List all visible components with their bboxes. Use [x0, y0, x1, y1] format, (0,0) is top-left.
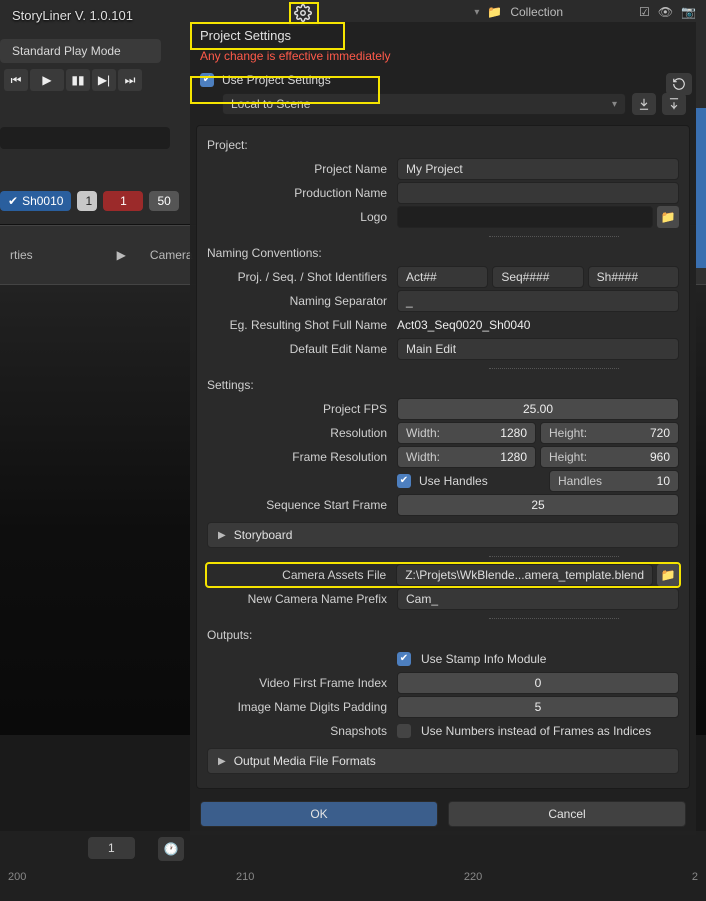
identifier-seq-input[interactable]: Seq####: [492, 266, 583, 288]
play-icon[interactable]: ▶: [117, 248, 126, 262]
play-icon[interactable]: ▶: [30, 69, 64, 91]
vffi-input[interactable]: 0: [397, 672, 679, 694]
step-fwd-icon[interactable]: ▶|: [92, 69, 116, 91]
timeline-ruler: 200 210 220 2: [0, 871, 706, 883]
example-label: Eg. Resulting Shot Full Name: [207, 318, 391, 332]
project-name-input[interactable]: My Project: [397, 158, 679, 180]
frame-res-height-input[interactable]: Height:960: [540, 446, 679, 468]
shot-index[interactable]: 1: [77, 191, 97, 211]
fps-label: Project FPS: [207, 402, 391, 416]
camera-icon[interactable]: 📷: [681, 5, 696, 19]
dialog-warning: Any change is effective immediately: [190, 49, 696, 69]
identifiers-label: Proj. / Seq. / Shot Identifiers: [207, 270, 391, 284]
resolution-width-input[interactable]: Width:1280: [397, 422, 536, 444]
chevron-down-icon: ▾: [612, 99, 617, 110]
triangle-right-icon: ▶: [218, 530, 226, 541]
properties-sidebar-scroll[interactable]: [696, 108, 706, 268]
storyboard-disclosure[interactable]: ▶ Storyboard: [207, 522, 679, 548]
section-naming: Naming Conventions:: [207, 246, 679, 260]
use-stamp-label: Use Stamp Info Module: [415, 652, 546, 666]
camera-assets-input[interactable]: Z:\Projets\WkBlende...amera_template.ble…: [396, 564, 653, 586]
section-project: Project:: [207, 138, 679, 152]
default-edit-label: Default Edit Name: [207, 342, 391, 356]
ok-button[interactable]: OK: [200, 801, 438, 827]
fps-input[interactable]: 25.00: [397, 398, 679, 420]
frame-resolution-label: Frame Resolution: [207, 450, 391, 464]
project-settings-dialog: Project Settings Any change is effective…: [190, 22, 696, 835]
frame-res-width-input[interactable]: Width:1280: [397, 446, 536, 468]
snapshots-label: Snapshots: [207, 724, 391, 738]
import-button[interactable]: [632, 93, 656, 115]
dialog-title: Project Settings: [190, 22, 696, 49]
resolution-label: Resolution: [207, 426, 391, 440]
play-mode-select[interactable]: Standard Play Mode: [0, 39, 161, 63]
shot-end[interactable]: 50: [149, 191, 178, 211]
timeline[interactable]: 1 🕐 200 210 220 2: [0, 831, 706, 901]
digits-input[interactable]: 5: [397, 696, 679, 718]
use-handles-checkbox[interactable]: ✔: [397, 474, 411, 488]
folder-icon: 📁: [487, 5, 502, 19]
frame-current[interactable]: 1: [88, 837, 135, 859]
triangle-right-icon: ▶: [218, 756, 226, 767]
use-stamp-checkbox[interactable]: ✔: [397, 652, 411, 666]
production-name-label: Production Name: [207, 186, 391, 200]
logo-label: Logo: [207, 210, 391, 224]
properties-tab-label[interactable]: rties: [10, 248, 33, 262]
separator-input[interactable]: _: [397, 290, 679, 312]
cam-prefix-input[interactable]: Cam_: [397, 588, 679, 610]
checkbox-icon[interactable]: ☑: [639, 5, 650, 19]
use-project-settings-checkbox[interactable]: ✔: [200, 73, 214, 87]
snapshots-check-label: Use Numbers instead of Frames as Indices: [415, 724, 651, 738]
output-formats-disclosure[interactable]: ▶ Output Media File Formats: [207, 748, 679, 774]
logo-browse-button[interactable]: 📁: [657, 206, 679, 228]
skip-end-icon[interactable]: ⏭: [118, 69, 142, 91]
default-edit-input[interactable]: Main Edit: [397, 338, 679, 360]
production-name-input[interactable]: [397, 182, 679, 204]
camera-assets-label: Camera Assets File: [207, 568, 390, 582]
cancel-button[interactable]: Cancel: [448, 801, 686, 827]
digits-label: Image Name Digits Padding: [207, 700, 391, 714]
logo-input[interactable]: [397, 206, 653, 228]
section-settings: Settings:: [207, 378, 679, 392]
vffi-label: Video First Frame Index: [207, 676, 391, 690]
identifier-shot-input[interactable]: Sh####: [588, 266, 679, 288]
use-handles-label: Use Handles: [415, 474, 545, 488]
shot-start[interactable]: 1: [103, 191, 143, 211]
project-name-label: Project Name: [207, 162, 391, 176]
camera-assets-row: Camera Assets File Z:\Projets\WkBlende..…: [207, 564, 679, 586]
skip-start-icon[interactable]: ⏮: [4, 69, 28, 91]
settings-panel: Project: Project Name My Project Product…: [196, 125, 690, 789]
snapshots-checkbox[interactable]: [397, 724, 411, 738]
seq-start-label: Sequence Start Frame: [207, 498, 391, 512]
example-value: Act03_Seq0020_Sh0040: [397, 314, 679, 336]
reset-button[interactable]: [666, 73, 692, 95]
identifier-proj-input[interactable]: Act##: [397, 266, 488, 288]
separator-label: Naming Separator: [207, 294, 391, 308]
handles-input[interactable]: Handles10: [549, 470, 679, 492]
resolution-height-input[interactable]: Height:720: [540, 422, 679, 444]
section-outputs: Outputs:: [207, 628, 679, 642]
use-project-settings-label: Use Project Settings: [222, 73, 331, 87]
collection-label[interactable]: Collection: [510, 5, 563, 19]
cam-prefix-label: New Camera Name Prefix: [207, 592, 391, 606]
seq-start-input[interactable]: 25: [397, 494, 679, 516]
clock-icon[interactable]: 🕐: [158, 837, 184, 861]
pause-icon[interactable]: ▮▮: [66, 69, 90, 91]
export-button[interactable]: [662, 93, 686, 115]
scope-select[interactable]: Local to Scene ▾: [222, 93, 626, 115]
eye-icon[interactable]: 👁: [658, 5, 673, 19]
chevron-down-icon[interactable]: ▾: [474, 7, 479, 18]
camera-assets-browse-button[interactable]: 📁: [657, 564, 679, 586]
shot-chip[interactable]: ✔Sh0010: [0, 191, 71, 211]
bg-dropdown[interactable]: [0, 127, 170, 149]
